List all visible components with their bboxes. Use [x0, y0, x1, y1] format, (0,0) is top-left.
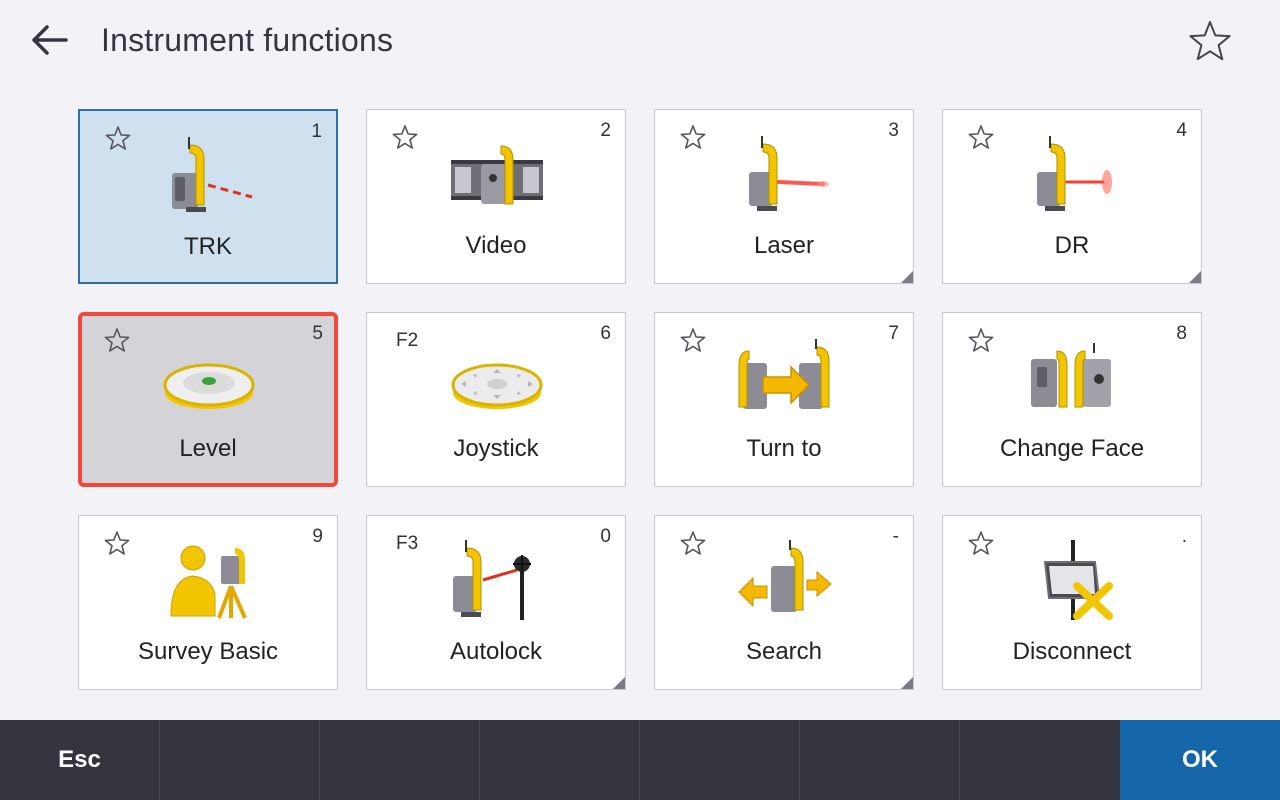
hotkey-label: 3 [888, 120, 899, 141]
submenu-corner-indicator [901, 677, 913, 689]
hotkey-label: 6 [600, 323, 611, 344]
tile-label: Disconnect [1012, 638, 1132, 665]
header-bar: Instrument functions [0, 0, 1280, 84]
survey-basic-icon [170, 545, 247, 619]
submenu-corner-indicator [613, 677, 625, 689]
hotkey-label: 8 [1176, 323, 1187, 344]
function-grid: 1 TRK 2 Video 3 Laser 4 DR 5 Level F2 6 … [78, 109, 1202, 690]
tile-label: Laser [753, 232, 815, 259]
tile-label: Turn to [746, 435, 822, 462]
tile-change-face[interactable]: 8 Change Face [942, 312, 1202, 487]
instrument-search-icon [738, 540, 832, 612]
softkey-6[interactable] [800, 720, 960, 800]
instrument-turn-to-icon [738, 339, 830, 409]
tile-label: TRK [184, 233, 232, 260]
softkey-5[interactable] [640, 720, 800, 800]
hotkey-label: 1 [311, 121, 322, 142]
function-key-label: F2 [396, 330, 419, 351]
tile-trk[interactable]: 1 TRK [78, 109, 338, 284]
softkey-7[interactable] [960, 720, 1120, 800]
function-key-label: F3 [396, 533, 419, 554]
instrument-dr-icon [1037, 136, 1112, 211]
tile-autolock[interactable]: F3 0 Autolock [366, 515, 626, 690]
star-outline-icon[interactable] [103, 530, 131, 558]
softkey-4[interactable] [480, 720, 640, 800]
star-outline-icon[interactable] [967, 327, 995, 355]
hotkey-label: 0 [600, 526, 611, 547]
tile-label: DR [1054, 232, 1090, 259]
submenu-corner-indicator [1189, 271, 1201, 283]
tile-survey-basic[interactable]: 9 Survey Basic [78, 515, 338, 690]
hotkey-label: 7 [888, 323, 899, 344]
star-outline-icon[interactable] [104, 125, 132, 153]
tile-video[interactable]: 2 Video [366, 109, 626, 284]
ok-button[interactable]: OK [1120, 720, 1280, 800]
instrument-change-face-icon [1031, 343, 1111, 408]
arrow-left-icon [32, 25, 68, 55]
tile-label: Joystick [453, 435, 539, 462]
hotkey-label: 2 [600, 120, 611, 141]
favorite-button[interactable] [1186, 18, 1234, 66]
tile-dr[interactable]: 4 DR [942, 109, 1202, 284]
softkey-2[interactable] [160, 720, 320, 800]
electronic-level-icon [163, 363, 255, 409]
softkey-bar: Esc OK [0, 720, 1280, 800]
hotkey-label: 9 [312, 526, 323, 547]
disconnect-icon [1043, 540, 1113, 620]
tile-label: Search [745, 638, 823, 665]
star-outline-icon [1189, 21, 1231, 61]
tile-label: Change Face [999, 435, 1145, 462]
softkey-3[interactable] [320, 720, 480, 800]
star-outline-icon[interactable] [679, 327, 707, 355]
star-outline-icon[interactable] [391, 124, 419, 152]
back-button[interactable] [28, 22, 72, 58]
hotkey-label: . [1181, 526, 1187, 547]
instrument-tracking-icon [172, 137, 253, 212]
hotkey-label: - [892, 526, 899, 547]
instrument-laser-icon [749, 136, 829, 211]
tile-laser[interactable]: 3 Laser [654, 109, 914, 284]
star-outline-icon[interactable] [679, 124, 707, 152]
tile-label: Video [465, 232, 527, 259]
submenu-corner-indicator [901, 271, 913, 283]
star-outline-icon[interactable] [967, 124, 995, 152]
instrument-video-icon [451, 145, 543, 205]
hotkey-label: 4 [1176, 120, 1187, 141]
tile-joystick[interactable]: F2 6 Joystick [366, 312, 626, 487]
tile-label: Survey Basic [137, 638, 279, 665]
autolock-prism-icon [453, 540, 531, 620]
page-title: Instrument functions [101, 22, 394, 58]
tile-search[interactable]: - Search [654, 515, 914, 690]
star-outline-icon[interactable] [103, 327, 131, 355]
hotkey-label: 5 [312, 323, 323, 344]
esc-button[interactable]: Esc [0, 720, 160, 800]
tile-label: Autolock [449, 638, 543, 665]
tile-turn-to[interactable]: 7 Turn to [654, 312, 914, 487]
star-outline-icon[interactable] [679, 530, 707, 558]
tile-label: Level [179, 435, 237, 462]
star-outline-icon[interactable] [967, 530, 995, 558]
joystick-icon [451, 363, 543, 409]
tile-disconnect[interactable]: . Disconnect [942, 515, 1202, 690]
tile-level[interactable]: 5 Level [78, 312, 338, 487]
